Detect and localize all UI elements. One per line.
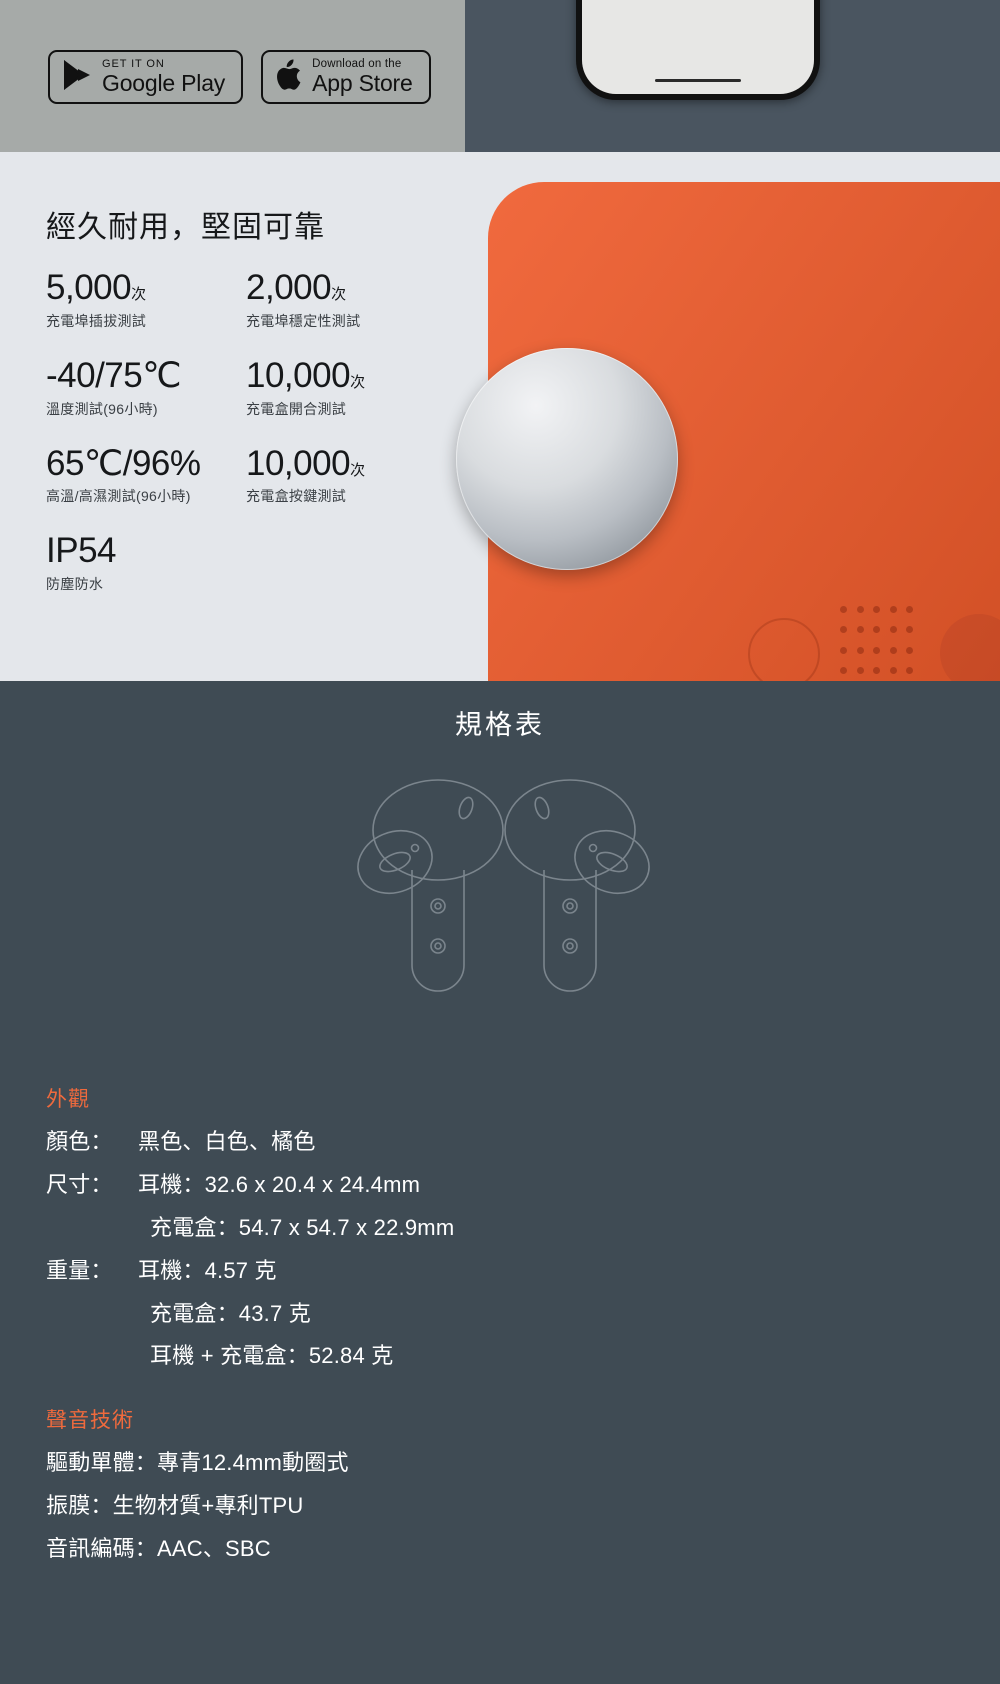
- spec-row-diaphragm: 振膜：生物材質+專利TPU: [46, 1493, 304, 1519]
- spec-color-value: 黑色、白色、橘色: [138, 1129, 316, 1154]
- stat-value: 2,000次: [246, 268, 446, 307]
- stat-number: IP54: [46, 531, 117, 571]
- spec-section-title: 規格表: [455, 710, 545, 740]
- stat-number: 10,000: [246, 355, 351, 395]
- stat-number: -40/75℃: [46, 355, 182, 395]
- stat-number: 2,000: [246, 268, 332, 307]
- apple-icon: [275, 58, 302, 96]
- durability-stats-grid: 5,000次 充電埠插拔測試 2,000次 充電埠穩定性測試 -40/75℃ 溫…: [46, 268, 446, 621]
- spec-row-color: 顏色： 黑色、白色、橘色: [46, 1121, 954, 1164]
- spec-size-label: 尺寸：: [46, 1171, 113, 1197]
- stat-item: 2,000次 充電埠穩定性測試: [246, 268, 446, 331]
- spec-row-size: 尺寸： 耳機：32.6 x 20.4 x 24.4mm: [46, 1164, 954, 1207]
- stat-item: -40/75℃ 溫度測試(96小時): [46, 355, 246, 419]
- stat-label: 充電埠插拔測試: [46, 312, 147, 329]
- spec-weight-earbuds-value: 耳機：4.57 克: [138, 1257, 277, 1283]
- case-speaker-grille: [840, 606, 916, 680]
- spec-color-label: 顏色：: [46, 1129, 113, 1154]
- app-store-big-label: App Store: [312, 70, 413, 97]
- stat-row: IP54 防塵防水: [46, 531, 446, 621]
- stat-value: -40/75℃: [46, 355, 246, 395]
- earbuds-outline-illustration: [320, 778, 680, 1043]
- stat-value: 5,000次: [46, 268, 246, 307]
- case-side-button: [940, 614, 1000, 681]
- google-play-big-label: Google Play: [102, 70, 226, 96]
- store-badges: GET IT ON Google Play Download on the Ap…: [48, 50, 431, 104]
- phone-showcase-area: DOUBLE TAP & HOLD No action →: [465, 0, 1000, 152]
- spec-group-appearance-heading: 外觀: [46, 1088, 90, 1111]
- specification-list: 外觀 顏色： 黑色、白色、橘色 尺寸： 耳機：32.6 x 20.4 x 24.4m…: [0, 1083, 1000, 1571]
- spec-size-case-value: 充電盒：54.7 x 54.7 x 22.9mm: [150, 1214, 455, 1240]
- case-metal-lid: [456, 348, 678, 570]
- spec-row-weight-case: 充電盒：43.7 克: [46, 1293, 954, 1336]
- stat-row: -40/75℃ 溫度測試(96小時) 10,000次 充電盒開合測試: [46, 355, 446, 446]
- spec-weight-total-value: 耳機 + 充電盒：52.84 克: [150, 1343, 394, 1369]
- spec-size-earbuds-value: 耳機：32.6 x 20.4 x 24.4mm: [138, 1171, 421, 1197]
- durability-title: 經久耐用，堅固可靠: [46, 211, 325, 244]
- stat-item: IP54 防塵防水: [46, 531, 264, 594]
- stat-label: 防塵防水: [46, 576, 104, 592]
- phone-screen: DOUBLE TAP & HOLD No action →: [582, 0, 814, 94]
- phone-mockup: DOUBLE TAP & HOLD No action →: [576, 0, 820, 100]
- stat-label: 充電埠穩定性測試: [246, 312, 361, 329]
- stat-item: 10,000次 充電盒按鍵測試: [246, 443, 446, 507]
- stat-row: 5,000次 充電埠插拔測試 2,000次 充電埠穩定性測試: [46, 268, 446, 358]
- stat-row: 65℃/96% 高溫/高濕測試(96小時) 10,000次 充電盒按鍵測試: [46, 443, 446, 534]
- app-store-small-label: Download on the: [312, 57, 402, 70]
- stat-number: 65℃/96%: [46, 443, 201, 483]
- stat-number: 5,000: [46, 268, 132, 307]
- stat-label: 溫度測試(96小時): [46, 400, 158, 417]
- stat-item: 5,000次 充電埠插拔測試: [46, 268, 246, 331]
- stat-unit: 次: [350, 373, 366, 391]
- spec-weight-case-value: 充電盒：43.7 克: [150, 1300, 311, 1326]
- stat-unit: 次: [131, 286, 147, 303]
- stat-value: 65℃/96%: [46, 443, 246, 483]
- stat-item: 10,000次 充電盒開合測試: [246, 355, 446, 419]
- google-play-small-label: GET IT ON: [102, 58, 165, 70]
- app-download-banner: GET IT ON Google Play Download on the Ap…: [0, 0, 1000, 152]
- spec-row-weight: 重量： 耳機：4.57 克: [46, 1250, 954, 1293]
- spec-weight-label: 重量：: [46, 1257, 113, 1283]
- spec-row-size-case: 充電盒：54.7 x 54.7 x 22.9mm: [46, 1207, 954, 1250]
- google-play-text: GET IT ON Google Play: [102, 59, 225, 95]
- stat-value: IP54: [46, 531, 264, 571]
- stat-unit: 次: [350, 461, 366, 479]
- case-button-outline: [748, 618, 820, 681]
- home-indicator: [655, 79, 741, 82]
- google-play-icon: [62, 59, 92, 96]
- app-store-badge[interactable]: Download on the App Store: [261, 50, 431, 104]
- app-store-text: Download on the App Store: [312, 57, 413, 97]
- durability-section: 經久耐用，堅固可靠 5,000次 充電埠插拔測試 2,000次 充電埠穩定性測試…: [0, 152, 1000, 681]
- stat-item: 65℃/96% 高溫/高濕測試(96小時): [46, 443, 246, 507]
- stat-value: 10,000次: [246, 443, 446, 483]
- stat-label: 充電盒開合測試: [246, 400, 347, 417]
- stat-value: 10,000次: [246, 355, 446, 395]
- specification-section: 規格表 外觀 顏色： 黑色、白色、橘色 尺寸： 耳機：32.6 x 20.4 x…: [0, 681, 1000, 1572]
- spec-group-sound-heading: 聲音技術: [46, 1409, 134, 1433]
- google-play-badge[interactable]: GET IT ON Google Play: [48, 50, 244, 104]
- spec-row-weight-total: 耳機 + 充電盒：52.84 克: [46, 1335, 954, 1378]
- stat-label: 充電盒按鍵測試: [246, 488, 347, 505]
- stat-unit: 次: [331, 286, 347, 303]
- spec-row-codec: 音訊編碼：AAC、SBC: [46, 1536, 271, 1562]
- spec-row-driver: 驅動單體：專青12.4mm動圈式: [46, 1450, 349, 1476]
- stat-label: 高溫/高濕測試(96小時): [46, 488, 191, 505]
- stat-number: 10,000: [246, 443, 351, 483]
